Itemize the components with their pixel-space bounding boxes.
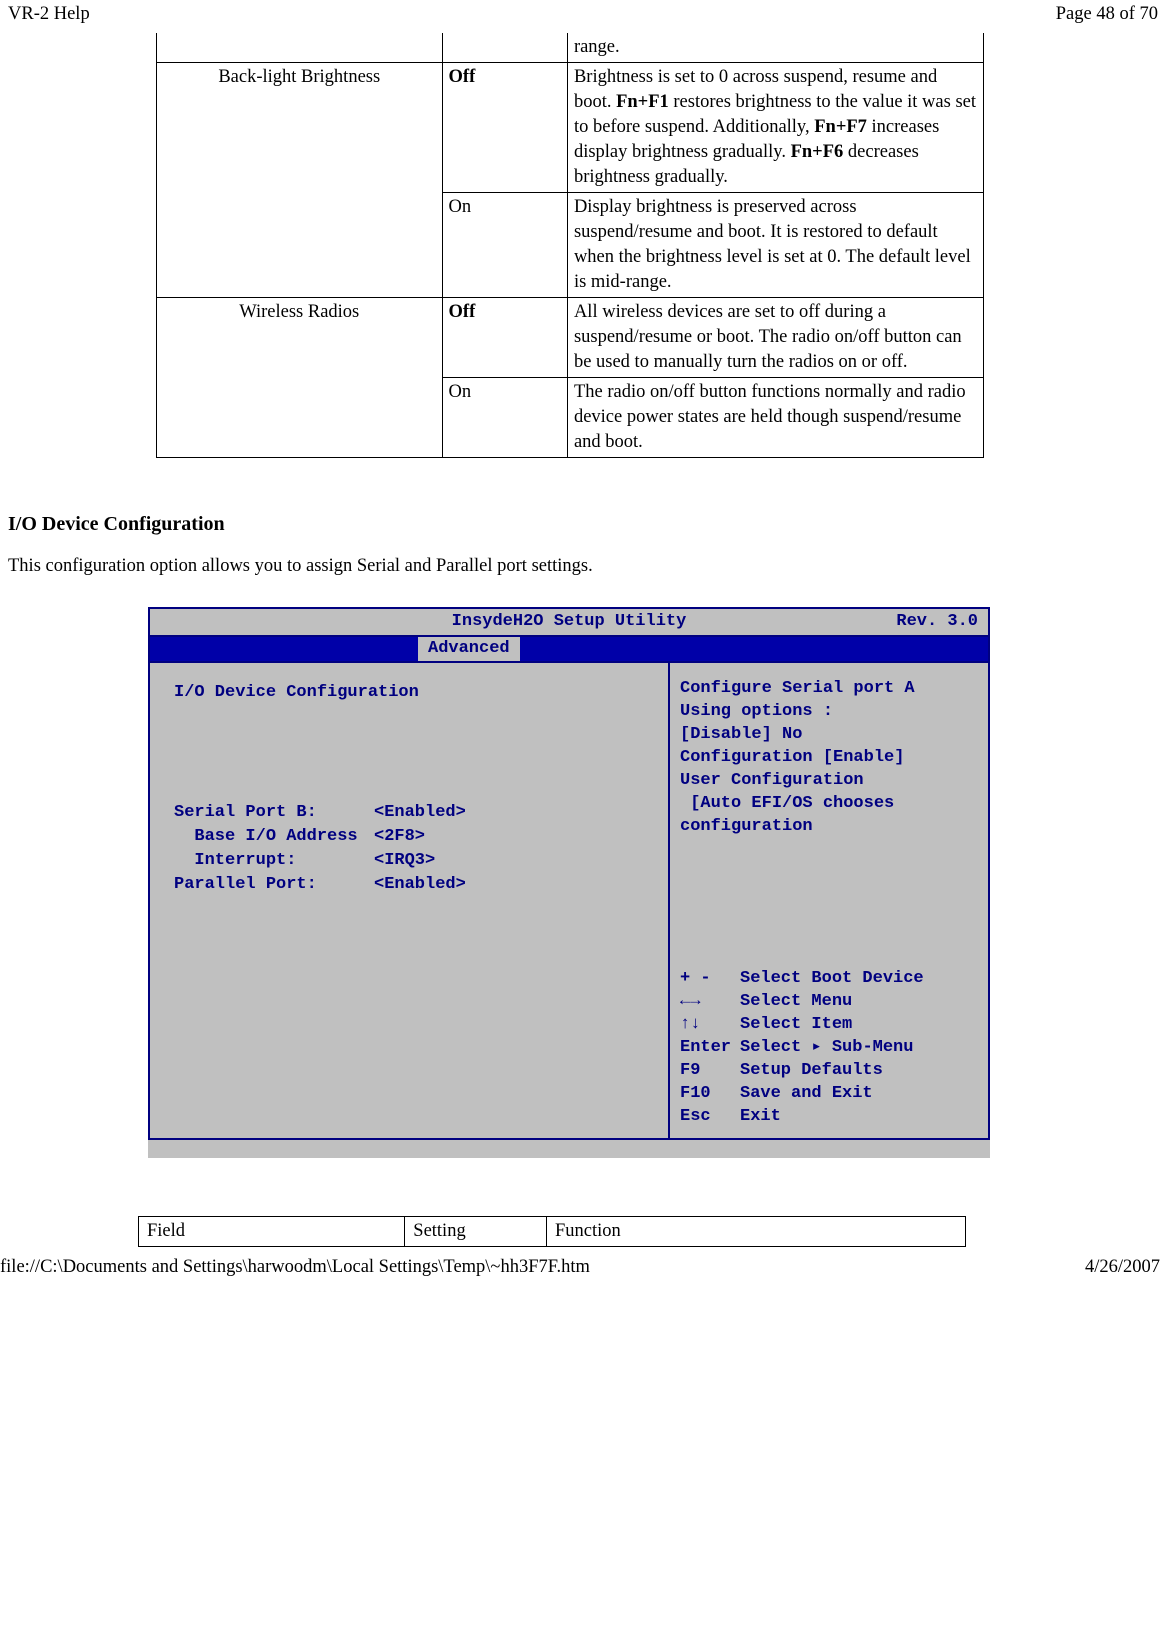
bios-key-row: F10Save and Exit <box>680 1082 978 1105</box>
cell-wireless-on: On <box>442 377 567 457</box>
bios-key-desc: Select ▸ Sub-Menu <box>740 1036 913 1059</box>
bios-menu-bar: Advanced <box>150 637 988 663</box>
bios-row-label: Parallel Port: <box>174 873 374 897</box>
footer-path: file://C:\Documents and Settings\harwood… <box>0 1257 590 1278</box>
bios-config-row: Base I/O Address<2F8> <box>174 825 658 849</box>
bios-help-line: configuration <box>680 815 978 838</box>
bios-key-desc: Select Boot Device <box>740 967 924 990</box>
footer-th-function: Function <box>546 1216 965 1246</box>
bios-right-pane: Configure Serial port AUsing options :[D… <box>670 663 988 1138</box>
footer-table: Field Setting Function <box>138 1216 966 1247</box>
bios-config-row: Serial Port B:<Enabled> <box>174 801 658 825</box>
key-fn-f6: Fn+F6 <box>791 142 844 162</box>
bios-key-row: F9Setup Defaults <box>680 1059 978 1082</box>
bios-left-heading: I/O Device Configuration <box>174 681 374 705</box>
footer-date: 4/26/2007 <box>1085 1257 1160 1278</box>
bios-left-pane: I/O Device Configuration Serial Port A:<… <box>150 663 670 1138</box>
cell-setting-blank <box>442 33 567 62</box>
bios-key-row: ←→Select Menu <box>680 990 978 1013</box>
bios-key: Esc <box>680 1105 740 1128</box>
footer-th-field: Field <box>139 1216 405 1246</box>
bios-row-value: <IRQ3> <box>374 849 435 873</box>
bios-row-label: Base I/O Address <box>174 753 374 777</box>
bios-row-value: <IRQ4> <box>374 777 435 801</box>
bios-help-line: [Disable] No <box>680 723 978 746</box>
bios-row-value: <2F8> <box>374 825 425 849</box>
cell-wireless-off-func: All wireless devices are set to off duri… <box>567 297 983 377</box>
header-left: VR-2 Help <box>8 4 90 25</box>
cell-wireless-field: Wireless Radios <box>157 297 443 457</box>
section-intro: This configuration option allows you to … <box>8 556 1162 577</box>
bios-config-row: Parallel Port:<Enabled> <box>174 873 658 897</box>
bios-key-row: EscExit <box>680 1105 978 1128</box>
page-header: VR-2 Help Page 48 of 70 <box>0 0 1170 33</box>
cell-backlight-on: On <box>442 192 567 297</box>
bios-help-line: [Auto EFI/OS chooses <box>680 792 978 815</box>
bios-row-value: <Enabled> <box>374 873 466 897</box>
page-footer: file://C:\Documents and Settings\harwood… <box>0 1247 1170 1284</box>
cell-field-blank <box>157 33 443 62</box>
bios-row-label: Serial Port A: <box>174 729 374 753</box>
bios-row-value: <Enabled> <box>374 801 466 825</box>
bios-key-help: + -Select Boot Device←→Select Menu↑↓Sele… <box>680 967 978 1128</box>
bios-key-desc: Select Item <box>740 1013 852 1036</box>
bios-help-line: Using options : <box>680 700 978 723</box>
cell-wireless-on-func: The radio on/off button functions normal… <box>567 377 983 457</box>
bios-row-label: Interrupt: <box>174 849 374 873</box>
cell-backlight-off-func: Brightness is set to 0 across suspend, r… <box>567 62 983 192</box>
settings-table: range. Back-light Brightness Off Brightn… <box>156 33 984 458</box>
cell-backlight-field: Back-light Brightness <box>157 62 443 297</box>
bios-screenshot: InsydeH2O Setup Utility Rev. 3.0 Advance… <box>148 607 990 1158</box>
bios-row-label: Interrupt: <box>174 777 374 801</box>
bios-key: F9 <box>680 1059 740 1082</box>
bios-key: + - <box>680 967 740 990</box>
bios-title: InsydeH2O Setup Utility <box>452 612 687 631</box>
bios-row-label: Serial Port B: <box>174 801 374 825</box>
cell-func-range: range. <box>567 33 983 62</box>
bios-help-line: Configuration [Enable] <box>680 746 978 769</box>
bios-key-desc: Setup Defaults <box>740 1059 883 1082</box>
bios-title-bar: InsydeH2O Setup Utility Rev. 3.0 <box>150 609 988 637</box>
bios-row-label: Base I/O Address <box>174 825 374 849</box>
section-heading: I/O Device Configuration <box>8 513 1162 536</box>
bios-key: ↑↓ <box>680 1013 740 1036</box>
bios-key-row: EnterSelect ▸ Sub-Menu <box>680 1036 978 1059</box>
bios-key-desc: Save and Exit <box>740 1082 873 1105</box>
cell-backlight-off: Off <box>442 62 567 192</box>
bios-key-desc: Exit <box>740 1105 781 1128</box>
footer-th-setting: Setting <box>405 1216 547 1246</box>
bios-config-row: Interrupt:<IRQ3> <box>174 849 658 873</box>
bios-row-value: <3F8> <box>374 753 425 777</box>
bios-key-row: ↑↓Select Item <box>680 1013 978 1036</box>
cell-wireless-off: Off <box>442 297 567 377</box>
key-fn-f1: Fn+F1 <box>616 92 669 112</box>
bios-revision: Rev. 3.0 <box>896 611 978 633</box>
key-fn-f7: Fn+F7 <box>814 117 867 137</box>
bios-key: ←→ <box>680 990 740 1013</box>
bios-config-row: Serial Port A:<Enabled> <box>174 729 658 753</box>
bios-help-line: Configure Serial port A <box>680 677 978 700</box>
bios-config-row: Base I/O Address<3F8> <box>174 753 658 777</box>
bios-key-row: + -Select Boot Device <box>680 967 978 990</box>
bios-tab-advanced: Advanced <box>418 637 520 661</box>
bios-key: Enter <box>680 1036 740 1059</box>
bios-config-row: Interrupt:<IRQ4> <box>174 777 658 801</box>
bios-help-line: User Configuration <box>680 769 978 792</box>
cell-backlight-on-func: Display brightness is preserved across s… <box>567 192 983 297</box>
bios-row-value: <Enabled> <box>374 729 466 753</box>
bios-key-desc: Select Menu <box>740 990 852 1013</box>
bios-key: F10 <box>680 1082 740 1105</box>
header-right: Page 48 of 70 <box>1056 4 1158 25</box>
bios-help-text: Configure Serial port AUsing options :[D… <box>680 677 978 838</box>
